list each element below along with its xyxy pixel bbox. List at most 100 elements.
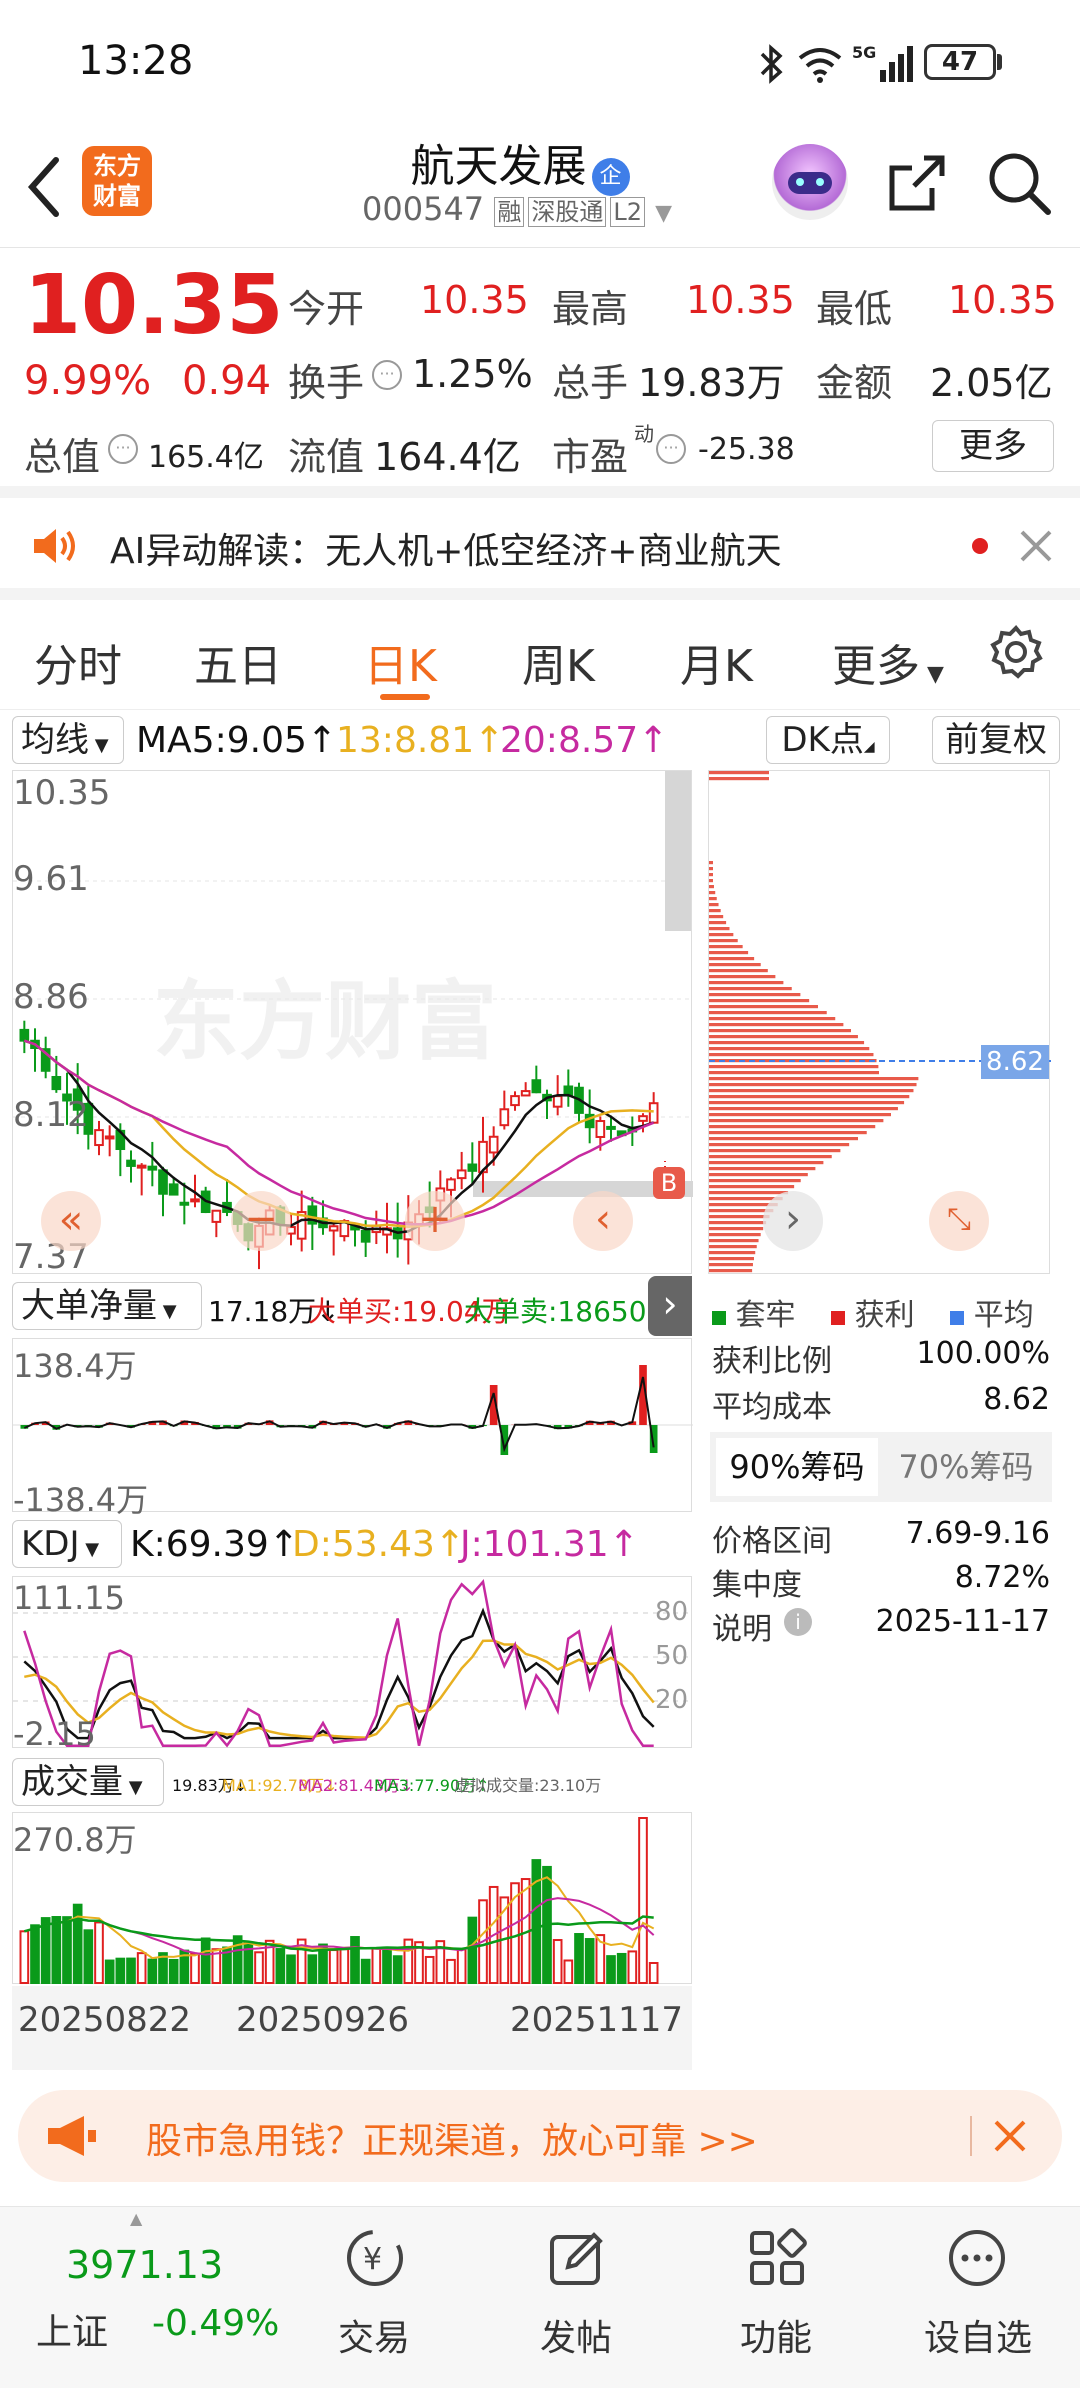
nav-trade-label[interactable]: 交易 [338, 2309, 410, 2361]
chip-bar [709, 975, 776, 979]
amount-label: 金额 [816, 361, 893, 405]
tab-weekly-k[interactable]: 周K [522, 630, 595, 694]
candle-body [211, 1209, 222, 1223]
index-change: -0.49% [152, 2303, 280, 2344]
back-arrow-icon[interactable] [22, 152, 66, 222]
stock-title[interactable]: 航天发展 企 [300, 130, 740, 196]
chip-bar [709, 939, 738, 943]
volume-value: 19.83万 [638, 361, 785, 405]
kline-chart[interactable]: 东方财富 10.35 9.61 8.86 8.12 7.37 B « − + ‹ [12, 770, 693, 1277]
ma-select[interactable]: 均线 ▼ [12, 716, 124, 764]
kdj-select[interactable]: KDJ ▼ [12, 1520, 122, 1568]
kdj-level-50: 50 [655, 1641, 689, 1671]
nav-watch-label[interactable]: 设自选 [924, 2309, 1032, 2361]
index-value[interactable]: 3971.13 [66, 2243, 223, 2287]
chip-next-icon[interactable]: › [763, 1191, 823, 1251]
volume-select[interactable]: 成交量 ▼ [12, 1758, 164, 1806]
settings-gear-icon[interactable] [988, 624, 1044, 680]
post-icon[interactable] [546, 2227, 608, 2289]
index-name: 上证 [36, 2312, 109, 2353]
trade-icon[interactable]: ¥ [342, 2227, 408, 2289]
info-circle-icon[interactable]: i [784, 1608, 812, 1636]
concentration-value: 8.72% [954, 1560, 1050, 1595]
volume-bar [51, 1916, 62, 1984]
tab-intraday[interactable]: 分时 [34, 630, 122, 694]
period-tabs: 分时 五日 日K 周K 月K 更多 ▼ [0, 600, 1080, 710]
chip-bar [709, 1095, 910, 1099]
corner-triangle-icon: ◢ [863, 739, 875, 755]
volume-bar [606, 1955, 616, 1984]
dk-point-label: DK点 [781, 720, 864, 760]
share-icon[interactable] [884, 150, 950, 216]
bigorder-header: 大单净量 ▼ 17.18万↓ 大单买:19.04万 大单卖:18650 › [0, 1276, 700, 1336]
battery-level: 47 [941, 47, 979, 77]
stock-code-row[interactable]: 000547 融深股通 L2 ▼ [362, 190, 672, 228]
ai-banner[interactable]: AI异动解读：无人机+低空经济+商业航天 [0, 498, 1080, 600]
chip-bar [709, 1191, 789, 1195]
zoom-in-icon[interactable]: + [405, 1191, 465, 1251]
tab-monthly-k[interactable]: 月K [680, 630, 753, 694]
tab-daily-k[interactable]: 日K [364, 630, 437, 694]
candle-body [179, 1201, 190, 1206]
tab-chip-70[interactable]: 70%筹码 [886, 1438, 1046, 1496]
caret-down-icon: ▼ [157, 1301, 177, 1322]
volume-bar [531, 1859, 542, 1985]
function-grid-icon[interactable] [746, 2227, 808, 2289]
chip-bar [709, 1167, 816, 1171]
profit-ratio-label: 获利比例 [712, 1344, 832, 1379]
info-icon[interactable]: ··· [372, 360, 402, 390]
dk-point-select[interactable]: DK点◢ [766, 716, 890, 764]
chip-distribution[interactable]: 8.62 › ⤡ [708, 770, 1051, 1274]
quote-panel: 10.35 9.99% 0.94 今开 10.35 最高 10.35 最低 10… [0, 250, 1080, 498]
kdj-chart[interactable]: 111.15 -2.15 80 50 20 [12, 1576, 693, 1753]
expand-icon[interactable]: ⤡ [929, 1191, 989, 1251]
buy-marker[interactable]: B [653, 1167, 685, 1199]
chip-bar [709, 1161, 824, 1165]
logo-line-1: 东方 [93, 152, 141, 180]
ma13-value: 13:8.81↑ [336, 720, 505, 761]
add-watchlist-icon[interactable] [946, 2227, 1008, 2289]
zoom-out-icon[interactable]: − [231, 1191, 291, 1251]
search-icon[interactable] [986, 150, 1052, 216]
volume-bar [83, 1929, 94, 1985]
bigorder-chart[interactable]: 138.4万 -138.4万 [12, 1338, 693, 1519]
high-value: 10.35 [686, 278, 795, 322]
candle-body [94, 1129, 104, 1147]
stock-code: 000547 [362, 190, 485, 228]
candle-body [19, 1028, 30, 1042]
volume-bar [115, 1957, 126, 1984]
high-label: 最高 [552, 287, 629, 331]
panel-expand-button[interactable]: › [648, 1276, 692, 1336]
scroll-left-icon[interactable]: ‹ [573, 1191, 633, 1251]
axis-label-3: 8.86 [13, 977, 89, 1017]
ad-banner[interactable]: 股市急用钱？正规渠道，放心可靠 >> [18, 2090, 1062, 2182]
candle-body [552, 1095, 563, 1108]
date-label-3: 20251117 [510, 2000, 684, 2040]
chip-bar [709, 1227, 764, 1231]
volume-bar [62, 1916, 72, 1984]
volume-bar [382, 1949, 392, 1984]
scroll-left-fast-icon[interactable]: « [41, 1191, 101, 1251]
info-icon[interactable]: ··· [656, 434, 686, 464]
volume-bar [584, 1938, 595, 1984]
candle-body [360, 1229, 371, 1243]
nav-function-label[interactable]: 功能 [740, 2309, 812, 2361]
close-icon[interactable] [1018, 528, 1054, 564]
app-logo[interactable]: 东方 财富 [82, 146, 152, 216]
more-button[interactable]: 更多 [932, 420, 1054, 472]
tab-five-day[interactable]: 五日 [194, 630, 282, 694]
info-icon[interactable]: ··· [108, 434, 138, 464]
volume-chart[interactable]: 270.8万 [12, 1812, 692, 1985]
legend-avg-swatch [950, 1311, 965, 1325]
adjust-select[interactable]: 前复权 [932, 716, 1060, 764]
robot-assistant-icon[interactable] [772, 144, 848, 220]
kdj-d: D:53.43↑ [292, 1524, 466, 1565]
bigorder-select[interactable]: 大单净量 ▼ [12, 1282, 202, 1330]
candle-body [595, 1120, 606, 1138]
nav-post-label[interactable]: 发帖 [540, 2309, 612, 2361]
ad-close-icon[interactable] [990, 2116, 1030, 2156]
tab-chip-90[interactable]: 90%筹码 [716, 1438, 878, 1496]
legend-profit-swatch [831, 1311, 846, 1325]
candle-body [446, 1178, 456, 1191]
tab-more[interactable]: 更多 ▼ [832, 630, 944, 694]
